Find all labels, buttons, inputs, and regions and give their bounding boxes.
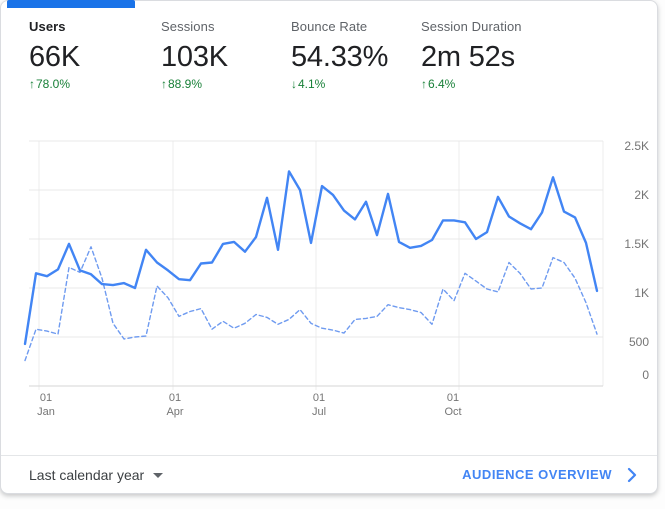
metric-tab-session-duration[interactable]: Session Duration 2m 52s ↑6.4% <box>421 18 522 91</box>
metric-delta-value: 88.9% <box>168 77 202 91</box>
active-tab-indicator <box>7 0 135 8</box>
svg-text:1.5K: 1.5K <box>624 237 649 251</box>
trend-up-icon: ↑ <box>161 77 167 91</box>
metric-delta: ↑78.0% <box>29 77 80 91</box>
metric-delta: ↑6.4% <box>421 77 522 91</box>
analytics-overview-widget: Users 66K ↑78.0% Sessions 103K ↑88.9% Bo… <box>0 0 665 509</box>
metric-tab-users[interactable]: Users 66K ↑78.0% <box>29 18 80 91</box>
metric-delta: ↓4.1% <box>291 77 388 91</box>
metric-value: 2m 52s <box>421 40 522 74</box>
traffic-chart-container: 0 500 1K 1.5K 2K 2.5K 01 Jan 01 Apr 01 Jul 01 Oct <box>1 124 657 429</box>
svg-text:01: 01 <box>447 392 459 404</box>
svg-text:0: 0 <box>642 368 649 382</box>
svg-text:Jan: Jan <box>37 406 55 418</box>
svg-text:01: 01 <box>169 392 181 404</box>
svg-text:01: 01 <box>40 392 52 404</box>
svg-text:Apr: Apr <box>166 406 183 418</box>
metric-label: Sessions <box>161 18 228 35</box>
metric-delta: ↑88.9% <box>161 77 228 91</box>
card-footer: Last calendar year AUDIENCE OVERVIEW <box>1 455 657 493</box>
audience-overview-label: AUDIENCE OVERVIEW <box>462 467 612 482</box>
svg-text:01: 01 <box>313 392 325 404</box>
y-axis-labels: 0 500 1K 1.5K 2K 2.5K <box>624 139 649 382</box>
traffic-chart[interactable]: 0 500 1K 1.5K 2K 2.5K 01 Jan 01 Apr 01 Jul 01 Oct <box>1 124 657 429</box>
date-range-selector[interactable]: Last calendar year <box>29 467 163 483</box>
chevron-right-icon <box>627 467 637 483</box>
svg-text:500: 500 <box>629 335 649 349</box>
svg-text:1K: 1K <box>634 286 649 300</box>
x-axis-labels: 01 Jan 01 Apr 01 Jul 01 Oct <box>37 392 461 418</box>
trend-up-icon: ↑ <box>29 77 35 91</box>
metric-tab-bounce-rate[interactable]: Bounce Rate 54.33% ↓4.1% <box>291 18 388 91</box>
comparison-line <box>25 247 597 361</box>
caret-down-icon <box>153 473 163 478</box>
trend-up-icon: ↑ <box>421 77 427 91</box>
metric-label: Bounce Rate <box>291 18 388 35</box>
audience-overview-link[interactable]: AUDIENCE OVERVIEW <box>462 467 637 483</box>
metric-tab-sessions[interactable]: Sessions 103K ↑88.9% <box>161 18 228 91</box>
metric-value: 66K <box>29 40 80 74</box>
date-range-label: Last calendar year <box>29 467 144 483</box>
svg-text:2K: 2K <box>634 188 649 202</box>
metric-label: Users <box>29 18 80 35</box>
svg-text:2.5K: 2.5K <box>624 139 649 153</box>
metric-value: 103K <box>161 40 228 74</box>
svg-text:Jul: Jul <box>312 406 326 418</box>
metric-value: 54.33% <box>291 40 388 74</box>
metric-delta-value: 6.4% <box>428 77 455 91</box>
trend-down-icon: ↓ <box>291 77 297 91</box>
users-line <box>25 171 597 344</box>
metric-delta-value: 4.1% <box>298 77 325 91</box>
svg-text:Oct: Oct <box>444 406 461 418</box>
overview-card: Users 66K ↑78.0% Sessions 103K ↑88.9% Bo… <box>0 0 658 494</box>
vertical-gridlines <box>39 141 603 390</box>
metric-delta-value: 78.0% <box>36 77 70 91</box>
metric-label: Session Duration <box>421 18 522 35</box>
